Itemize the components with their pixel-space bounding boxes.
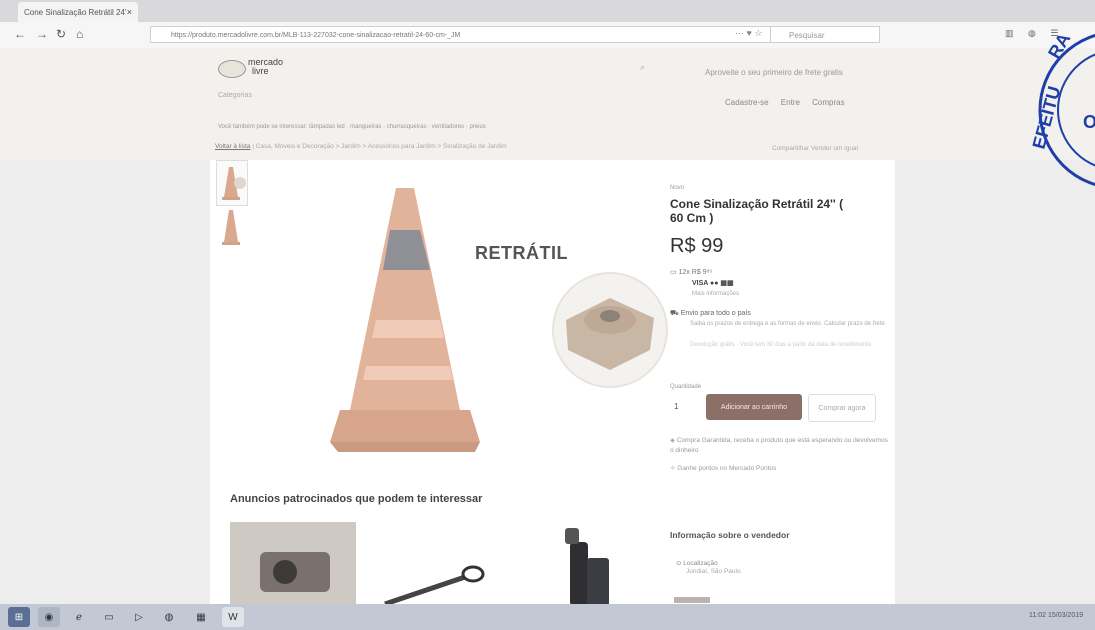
card-icon: ▭ — [670, 269, 679, 276]
quantity-stepper[interactable]: 1 — [674, 402, 678, 411]
product-price: R$ 99 — [670, 235, 724, 257]
shipping-details[interactable]: Saiba os prazos de entrega e as formas d… — [690, 320, 890, 329]
mercado-livre-logo[interactable]: mercado livre — [218, 56, 298, 82]
condition-label: Novo — [670, 185, 685, 191]
browser-tab-bar: Cone Sinalização Retrátil 24' × — [0, 0, 1095, 22]
page-actions-icons[interactable]: ··· ♥ ☆ — [735, 28, 762, 39]
related-searches[interactable]: Você também pode se interessar: lâmpadas… — [218, 124, 486, 130]
buy-now-button[interactable]: Comprar agora — [808, 394, 876, 422]
thumbnail-1[interactable] — [216, 160, 248, 206]
user-links[interactable]: Cadastre-se Entre Compras — [725, 98, 845, 107]
handshake-icon — [218, 60, 246, 78]
product-image[interactable] — [310, 170, 690, 470]
svg-text:O: O — [1083, 112, 1095, 132]
image-caption: RETRÁTIL — [475, 243, 568, 263]
installments: 12x R$ 9⁸⁵ — [678, 269, 713, 276]
truck-icon: ⛟ — [670, 310, 681, 317]
points-text[interactable]: Ganhe pontos no Mercado Pontos — [677, 465, 776, 472]
guarantee-text[interactable]: Compra Garantida, receba o produto que e… — [670, 437, 888, 454]
location-value: Jundiaí, São Paulo — [686, 568, 741, 575]
forward-icon[interactable]: → — [36, 27, 48, 41]
reload-icon[interactable]: ↻ — [56, 27, 66, 41]
add-to-cart-button[interactable]: Adicionar ao carrinho — [706, 394, 802, 420]
location-label: Localização — [683, 560, 718, 567]
system-clock[interactable]: 11:02 15/03/2019 — [1029, 612, 1083, 619]
shipping-label[interactable]: Envio para todo o país — [681, 310, 751, 317]
product-title: Cone Sinalização Retrátil 24'' ( 60 Cm ) — [670, 197, 844, 225]
return-details: Devolução grátis · Você tem 30 dias a pa… — [690, 342, 872, 348]
promo-banner[interactable]: Aproveite o seu primeiro de frete gratis — [705, 68, 843, 77]
folder-taskbar-icon[interactable]: ▭ — [98, 607, 120, 627]
categories-menu[interactable]: Categorias — [218, 92, 648, 106]
quantity-label: Quantidade — [670, 384, 702, 390]
sponsored-ad-image-2[interactable] — [365, 522, 625, 606]
site-header: mercado livre ⌕ Aproveite o seu primeiro… — [0, 48, 1095, 140]
os-taskbar: ⊞ ◉ ℯ ▭ ▷ ◍ ▦ W 11:02 15/03/2019 — [0, 604, 1095, 630]
shield-icon: ◈ — [670, 437, 677, 444]
word-taskbar-icon[interactable]: W — [222, 607, 244, 627]
home-icon[interactable]: ⌂ — [76, 27, 83, 41]
share-links[interactable]: Compartilhar Vender um igual — [772, 145, 858, 152]
breadcrumb: Voltar à lista | Casa, Móveis e Decoraçã… — [0, 140, 1095, 160]
payment-card-logos: VISA ●● ▦▦ — [692, 280, 734, 287]
search-icon[interactable]: ⌕ — [640, 62, 645, 73]
app-taskbar-icon[interactable]: ◍ — [158, 607, 180, 627]
url-bar[interactable]: https://produto.mercadolivre.com.br/MLB-… — [150, 26, 830, 43]
ie-taskbar-icon[interactable]: ℯ — [68, 607, 90, 627]
more-info-link[interactable]: Mais informações — [692, 291, 890, 297]
sponsored-ad-image-1[interactable] — [230, 522, 356, 606]
buy-box: Novo Cone Sinalização Retrátil 24'' ( 60… — [670, 185, 890, 474]
category-path[interactable]: | Casa, Móveis e Decoração > Jardim > Ac… — [250, 143, 506, 150]
official-stamp: RA EFEITU O — [1028, 0, 1095, 230]
calendar-taskbar-icon[interactable]: ▦ — [190, 607, 212, 627]
svg-text:RA: RA — [1044, 29, 1074, 62]
seller-reputation-bar — [674, 597, 710, 603]
browser-taskbar-icon[interactable]: ◉ — [38, 607, 60, 627]
browser-tab[interactable]: Cone Sinalização Retrátil 24' × — [18, 2, 138, 22]
media-taskbar-icon[interactable]: ▷ — [128, 607, 150, 627]
tab-close-icon[interactable]: × — [127, 7, 132, 17]
sponsored-heading: Anuncios patrocinados que podem te inter… — [230, 493, 483, 505]
browser-nav-bar: ← → ↻ ⌂ https://produto.mercadolivre.com… — [0, 22, 1095, 49]
browser-search-input[interactable]: Pesquisar — [770, 26, 880, 43]
logo-text-livre: livre — [252, 66, 269, 76]
tab-title: Cone Sinalização Retrátil 24' — [24, 7, 127, 17]
back-to-list-link[interactable]: Voltar à lista — [215, 143, 250, 150]
seller-heading: Informação sobre o vendedor — [670, 530, 790, 540]
back-icon[interactable]: ← — [14, 27, 26, 41]
thumbnail-2[interactable] — [216, 206, 246, 250]
start-icon[interactable]: ⊞ — [8, 607, 30, 627]
